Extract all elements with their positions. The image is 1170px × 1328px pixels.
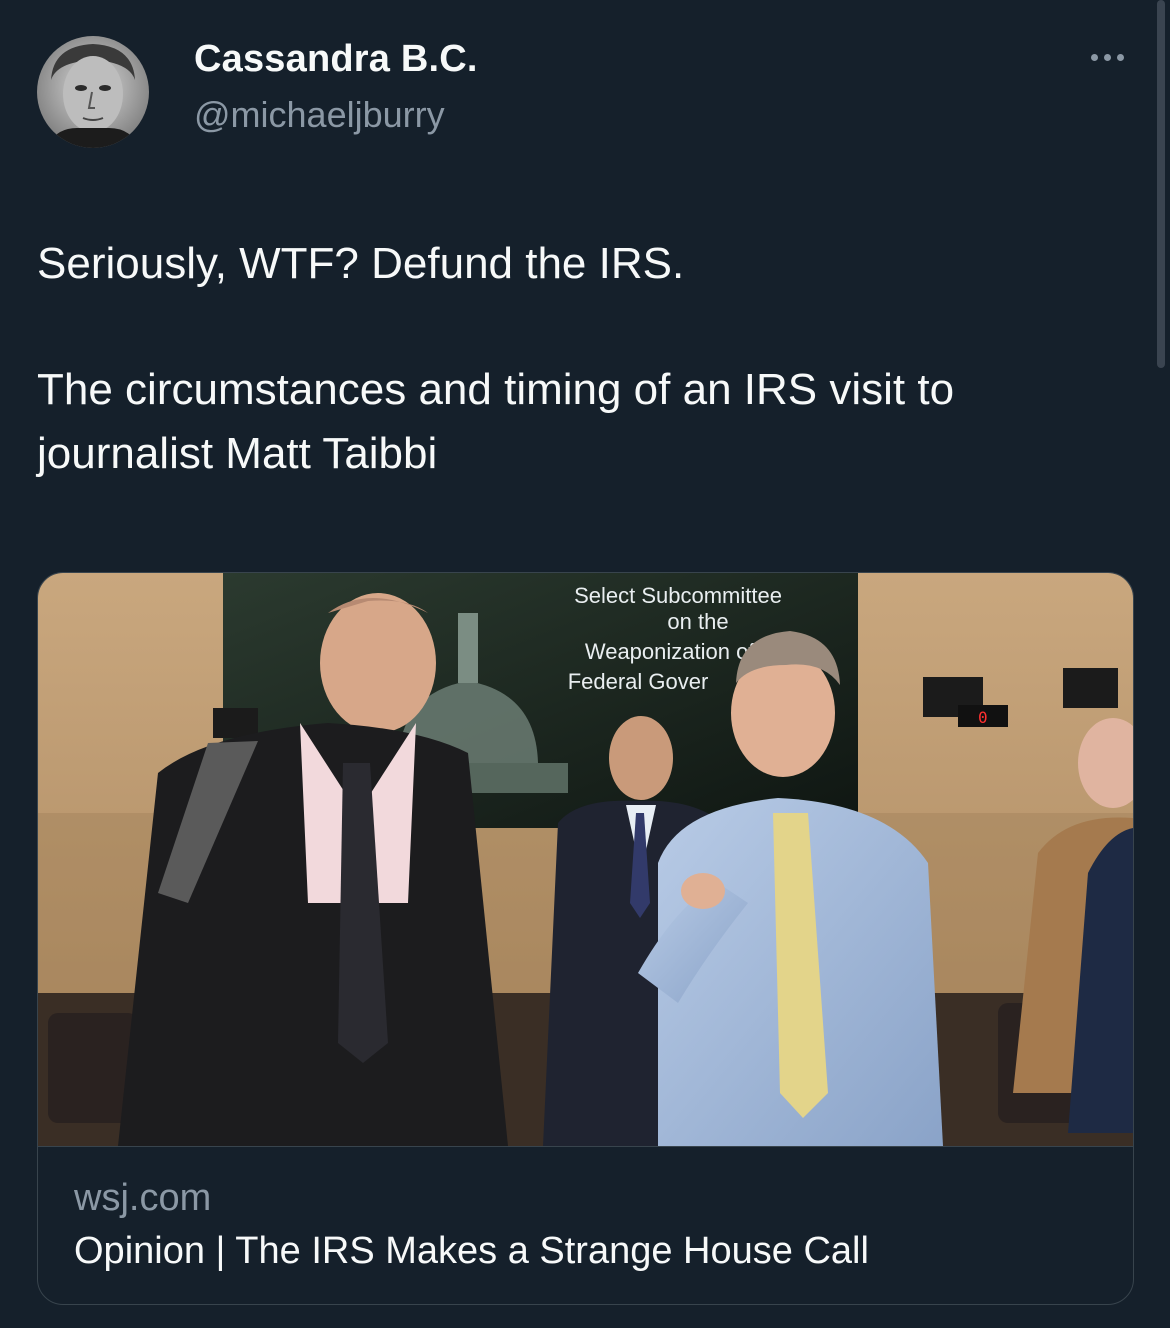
counter-display: 0 — [978, 708, 988, 727]
dot — [1116, 53, 1124, 61]
scrollbar[interactable] — [1157, 0, 1165, 368]
author-display-name[interactable]: Cassandra B.C. — [194, 38, 478, 81]
dot — [1103, 53, 1111, 61]
link-card-title: Opinion | The IRS Makes a Strange House … — [74, 1230, 869, 1272]
tweet: Cassandra B.C. @michaeljburry Seriously,… — [0, 0, 1170, 1328]
author-handle[interactable]: @michaeljburry — [194, 94, 445, 136]
link-card[interactable]: Select Subcommittee on the Weaponization… — [37, 572, 1134, 1305]
screen-sign-line: Federal Gover — [568, 669, 709, 694]
dot — [1090, 53, 1098, 61]
tweet-text-line: Seriously, WTF? Defund the IRS. — [37, 239, 685, 288]
tweet-text: Seriously, WTF? Defund the IRS. The circ… — [37, 232, 1127, 486]
tweet-text-line: The circumstances and timing of an IRS v… — [37, 365, 955, 478]
more-options-icon[interactable] — [1082, 40, 1132, 74]
link-card-image[interactable]: Select Subcommittee on the Weaponization… — [38, 573, 1133, 1146]
avatar[interactable] — [37, 36, 149, 148]
screen-sign-line: Select Subcommittee — [574, 583, 782, 608]
link-card-footer[interactable]: wsj.com Opinion | The IRS Makes a Strang… — [38, 1146, 1133, 1304]
link-card-domain: wsj.com — [74, 1177, 212, 1219]
screen-sign-line: on the — [667, 609, 728, 634]
